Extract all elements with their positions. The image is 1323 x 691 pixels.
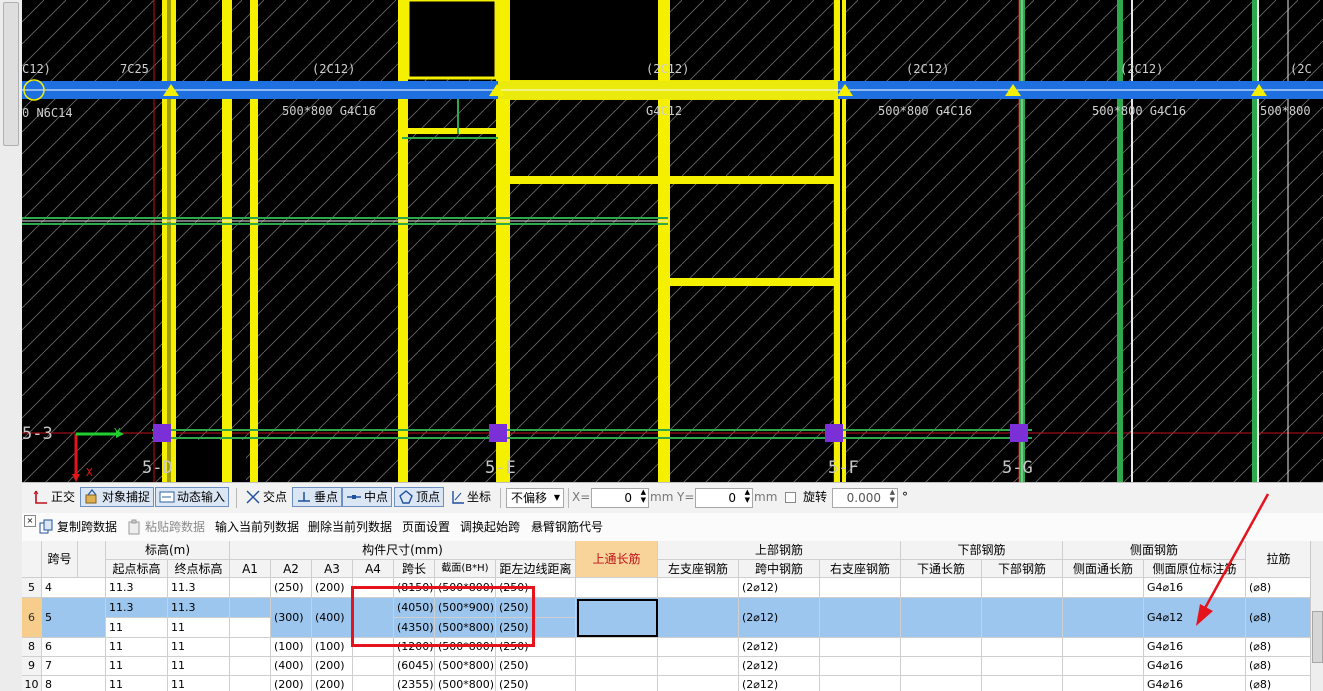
annotation-arrow — [1196, 493, 1270, 626]
app-window: C12) 7C25 (2C12) (2C12) (2C12) (2C12) (2… — [0, 0, 1323, 691]
